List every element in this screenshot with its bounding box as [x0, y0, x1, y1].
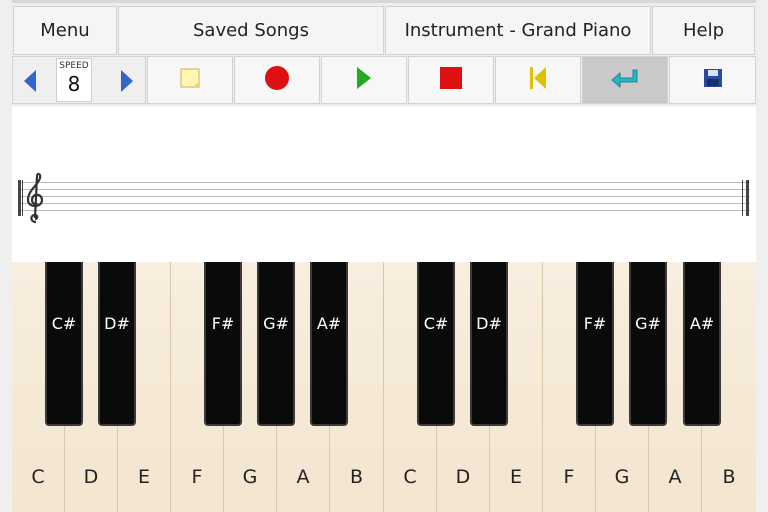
key-label: C	[31, 466, 45, 488]
key-label: F	[563, 466, 575, 488]
speed-control: SPEED 8	[12, 56, 146, 104]
help-button[interactable]: Help	[652, 6, 755, 55]
key-label: C	[403, 466, 417, 488]
record-button[interactable]	[234, 56, 320, 104]
key-label: A#	[689, 314, 715, 333]
black-key-g-sharp[interactable]: G#	[629, 262, 667, 426]
black-key-g-sharp[interactable]: G#	[257, 262, 295, 426]
key-label: G#	[635, 314, 661, 333]
black-key-d-sharp[interactable]: D#	[470, 262, 508, 426]
save-floppy-icon	[703, 68, 723, 92]
speed-value: 8	[67, 72, 81, 96]
staff-line	[20, 182, 750, 183]
staff-start-barline-thin	[22, 180, 23, 216]
key-label: F#	[583, 314, 607, 333]
new-song-button[interactable]	[147, 56, 233, 104]
rewind-to-start-icon	[528, 66, 548, 94]
stop-icon	[439, 66, 463, 94]
staff-line	[20, 189, 750, 190]
menu-button[interactable]: Menu	[13, 6, 117, 55]
new-song-icon	[180, 68, 200, 92]
key-label: E	[137, 466, 150, 488]
black-key-c-sharp[interactable]: C#	[45, 262, 83, 426]
enter-return-icon	[611, 68, 639, 92]
music-staff	[12, 106, 756, 262]
play-button[interactable]	[321, 56, 407, 104]
staff-line	[20, 196, 750, 197]
staff-line	[20, 203, 750, 204]
black-key-c-sharp[interactable]: C#	[417, 262, 455, 426]
save-button[interactable]	[669, 56, 756, 104]
speed-display: SPEED 8	[56, 58, 92, 102]
staff-end-barline	[746, 180, 749, 216]
piano-keyboard: C D E F G A B C D E F G A B C# D# F# G# …	[12, 262, 756, 512]
key-label: C#	[423, 314, 449, 333]
black-key-d-sharp[interactable]: D#	[98, 262, 136, 426]
staff-start-barline	[18, 180, 21, 216]
black-key-f-sharp[interactable]: F#	[204, 262, 242, 426]
black-key-f-sharp[interactable]: F#	[576, 262, 614, 426]
stop-button[interactable]	[408, 56, 494, 104]
black-key-a-sharp[interactable]: A#	[310, 262, 348, 426]
staff-line	[20, 210, 750, 211]
key-label: G	[614, 466, 630, 488]
key-label: D#	[476, 314, 502, 333]
enter-button[interactable]	[582, 56, 668, 104]
key-label: B	[722, 466, 736, 488]
key-label: B	[349, 466, 364, 488]
toolbar: SPEED 8	[12, 56, 756, 106]
menu-bar: Menu Saved Songs Instrument - Grand Pian…	[12, 0, 756, 56]
staff-end-barline-thin	[742, 180, 743, 216]
instrument-button[interactable]: Instrument - Grand Piano	[385, 6, 651, 55]
black-key-a-sharp[interactable]: A#	[683, 262, 721, 426]
key-label: A#	[316, 314, 342, 333]
key-label: G#	[263, 314, 289, 333]
key-label: D#	[104, 314, 130, 333]
play-icon	[356, 66, 372, 94]
key-label: G	[242, 466, 258, 488]
speed-increase-icon[interactable]	[120, 69, 134, 97]
key-label: D	[455, 466, 471, 488]
key-label: F#	[211, 314, 235, 333]
speed-decrease-icon[interactable]	[23, 69, 37, 97]
speed-label: SPEED	[59, 61, 89, 71]
key-label: F	[191, 466, 203, 488]
key-label: A	[668, 466, 682, 488]
key-label: C#	[51, 314, 77, 333]
rewind-button[interactable]	[495, 56, 581, 104]
key-label: E	[509, 466, 522, 488]
saved-songs-button[interactable]: Saved Songs	[118, 6, 384, 55]
record-icon	[264, 65, 290, 95]
treble-clef-icon	[24, 172, 46, 228]
key-label: D	[83, 466, 99, 488]
key-label: A	[296, 466, 310, 488]
